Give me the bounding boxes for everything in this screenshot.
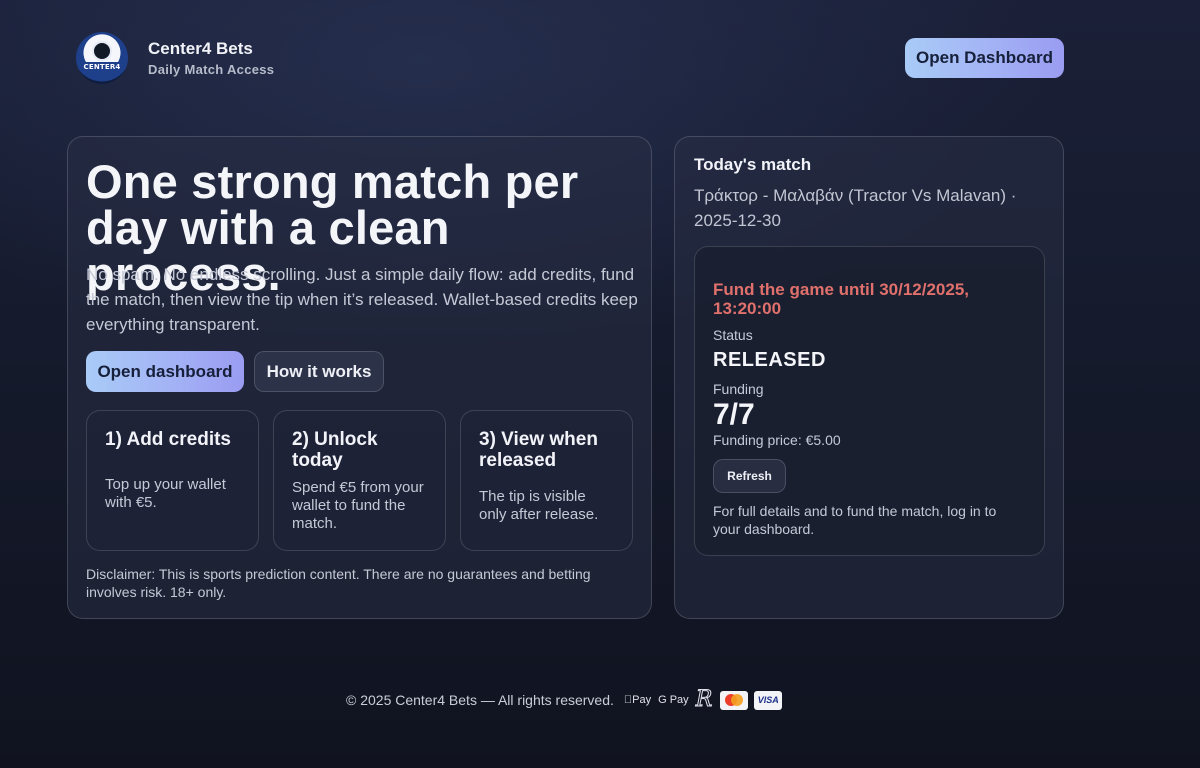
login-hint: For full details and to fund the match, … bbox=[713, 503, 997, 537]
brand-subtitle: Daily Match Access bbox=[148, 62, 275, 77]
how-it-works-button[interactable]: How it works bbox=[254, 351, 384, 392]
match-name: Τράκτορ - Μαλαβάν (Tractor Vs Malavan) ·… bbox=[694, 186, 1017, 230]
status-value: RELEASED bbox=[713, 349, 826, 371]
disclaimer: Disclaimer: This is sports prediction co… bbox=[86, 566, 591, 600]
center4-logo-icon: CENTER4 bbox=[76, 32, 128, 84]
apple-pay-icon: Pay bbox=[624, 694, 651, 706]
google-pay-icon: G Pay bbox=[649, 694, 689, 706]
hero-card: One strong match per day with a clean pr… bbox=[67, 136, 652, 619]
brand: CENTER4 Center4 Bets Daily Match Access bbox=[76, 32, 274, 84]
funding-price: Funding price: €5.00 bbox=[713, 432, 841, 448]
fund-deadline: Fund the game until 30/12/2025, 13:20:00 bbox=[713, 280, 970, 318]
brand-text: Center4 Bets Daily Match Access bbox=[148, 39, 274, 77]
refresh-button[interactable]: Refresh bbox=[713, 459, 786, 493]
step-description: Spend €5 from your wallet to fund the ma… bbox=[292, 479, 424, 532]
funding-value: 7/7 bbox=[713, 398, 755, 431]
logo-text: CENTER4 bbox=[80, 62, 124, 72]
todays-match-label: Today's match bbox=[694, 155, 812, 174]
step-title: 1) Add credits bbox=[105, 429, 231, 450]
step-unlock-today: 2) Unlock today Spend €5 from your walle… bbox=[273, 410, 446, 551]
match-details-panel: Fund the game until 30/12/2025, 13:20:00… bbox=[694, 246, 1045, 556]
funding-label: Funding bbox=[713, 381, 764, 397]
status-label: Status bbox=[713, 327, 753, 343]
copyright: © 2025 Center4 Bets — All rights reserve… bbox=[346, 692, 614, 708]
step-title: 2) Unlock today bbox=[292, 429, 378, 471]
step-description: Top up your wallet with €5. bbox=[105, 476, 226, 511]
hero-description: No spam. No endless scrolling. Just a si… bbox=[86, 265, 638, 334]
apple-pay-label: Pay bbox=[623, 694, 651, 706]
revolut-icon: R bbox=[687, 687, 713, 712]
step-add-credits: 1) Add credits Top up your wallet with €… bbox=[86, 410, 259, 551]
brand-name: Center4 Bets bbox=[148, 39, 253, 58]
step-description: The tip is visible only after release. bbox=[479, 488, 599, 523]
open-dashboard-button[interactable]: Open dashboard bbox=[86, 351, 244, 392]
visa-icon: VISA bbox=[754, 690, 783, 710]
soccer-ball-icon bbox=[92, 41, 112, 61]
mastercard-icon bbox=[720, 690, 749, 710]
payment-methods: Pay G Pay R VISA bbox=[624, 687, 783, 712]
footer: © 2025 Center4 Bets — All rights reserve… bbox=[346, 687, 783, 712]
step-view-when-released: 3) View when released The tip is visible… bbox=[460, 410, 633, 551]
header-open-dashboard-button[interactable]: Open Dashboard bbox=[905, 38, 1064, 78]
todays-match-card: Today's match Τράκτορ - Μαλαβάν (Tractor… bbox=[674, 136, 1064, 619]
step-title: 3) View when released bbox=[479, 429, 598, 471]
